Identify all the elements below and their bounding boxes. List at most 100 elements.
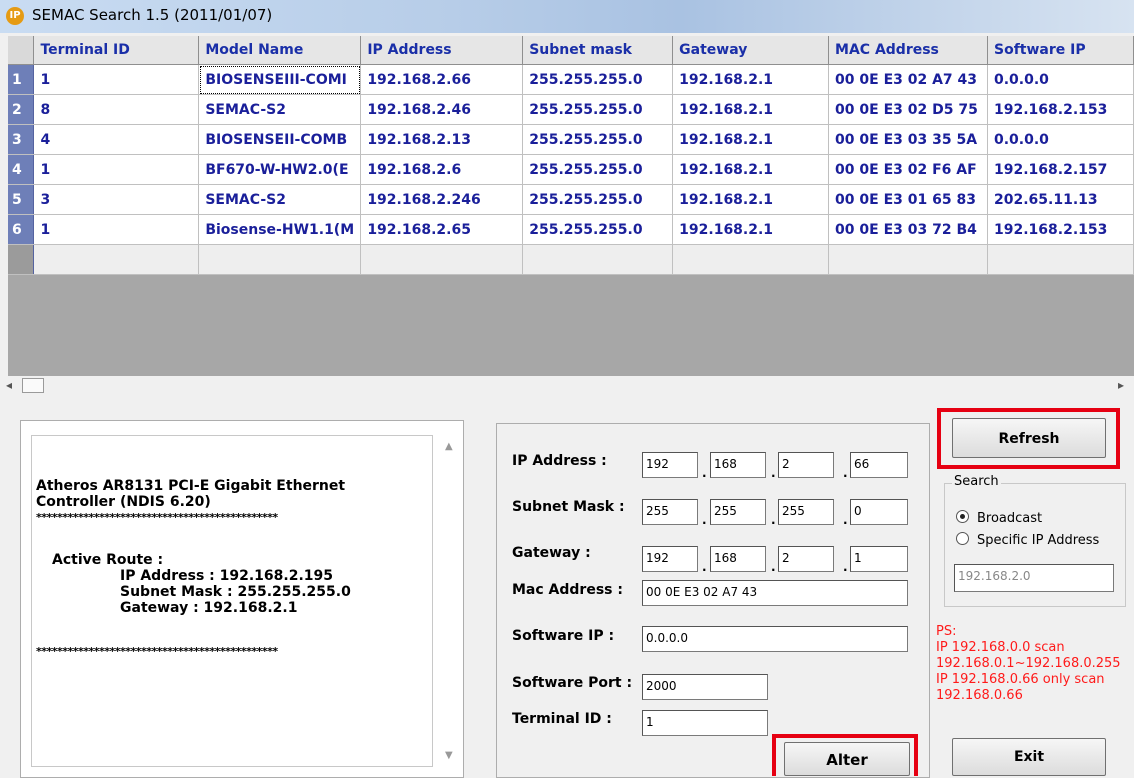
cell-subnet-mask[interactable]: 255.255.255.0 [522, 214, 674, 245]
cell-software-ip[interactable]: 192.168.2.157 [987, 154, 1134, 185]
row-number[interactable]: 3 [8, 124, 35, 155]
table-row[interactable]: 5 3 SEMAC-S2 192.168.2.246 255.255.255.0… [8, 184, 1134, 215]
row-number[interactable]: 5 [8, 184, 35, 215]
cell-terminal-id[interactable]: 3 [33, 184, 200, 215]
ip-octet-2-input[interactable]: 168 [710, 452, 766, 478]
cell-gateway[interactable]: 192.168.2.1 [672, 94, 830, 125]
cell-gateway[interactable]: 192.168.2.1 [672, 214, 830, 245]
cell-model-name[interactable]: Biosense-HW1.1(M [198, 214, 362, 245]
cell-mac-address[interactable]: 00 0E E3 03 35 5A [828, 124, 988, 155]
cell-mac-address[interactable]: 00 0E E3 02 D5 75 [828, 94, 988, 125]
gateway-octet-3-input[interactable]: 2 [778, 546, 834, 572]
table-row[interactable]: 2 8 SEMAC-S2 192.168.2.46 255.255.255.0 … [8, 94, 1134, 125]
empty-cell[interactable] [522, 244, 674, 275]
mask-octet-4-input[interactable]: 0 [850, 499, 908, 525]
table-row[interactable]: 3 4 BIOSENSEII-COMB 192.168.2.13 255.255… [8, 124, 1134, 155]
cell-subnet-mask[interactable]: 255.255.255.0 [522, 124, 674, 155]
cell-software-ip[interactable]: 192.168.2.153 [987, 94, 1134, 125]
ip-octet-3-input[interactable]: 2 [778, 452, 834, 478]
col-model-name[interactable]: Model Name [198, 36, 362, 65]
col-mac-address[interactable]: MAC Address [828, 36, 988, 65]
scroll-up-icon[interactable]: ▲ [445, 441, 453, 452]
scroll-down-icon[interactable]: ▼ [445, 750, 453, 761]
cell-mac-address[interactable]: 00 0E E3 03 72 B4 [828, 214, 988, 245]
cell-subnet-mask[interactable]: 255.255.255.0 [522, 154, 674, 185]
cell-gateway[interactable]: 192.168.2.1 [672, 184, 830, 215]
gateway-octet-1-input[interactable]: 192 [642, 546, 698, 572]
vertical-scrollbar[interactable]: ▲ ▼ [441, 435, 459, 765]
mask-octet-3-input[interactable]: 255 [778, 499, 834, 525]
ip-octet-4-input[interactable]: 66 [850, 452, 908, 478]
cell-ip-address[interactable]: 192.168.2.246 [360, 184, 524, 215]
ip-octet-1-input[interactable]: 192 [642, 452, 698, 478]
row-number[interactable] [8, 244, 35, 275]
cell-model-name[interactable]: SEMAC-S2 [198, 184, 362, 215]
device-grid[interactable]: Terminal ID Model Name IP Address Subnet… [8, 36, 1134, 376]
cell-terminal-id[interactable]: 8 [33, 94, 200, 125]
gateway-octet-4-input[interactable]: 1 [850, 546, 908, 572]
cell-terminal-id[interactable]: 4 [33, 124, 200, 155]
cell-terminal-id[interactable]: 1 [33, 214, 200, 245]
cell-terminal-id[interactable]: 1 [33, 154, 200, 185]
cell-software-ip[interactable]: 202.65.11.13 [987, 184, 1134, 215]
cell-subnet-mask[interactable]: 255.255.255.0 [522, 184, 674, 215]
table-row[interactable]: 6 1 Biosense-HW1.1(M 192.168.2.65 255.25… [8, 214, 1134, 245]
row-number[interactable]: 2 [8, 94, 35, 125]
empty-cell[interactable] [33, 244, 200, 275]
col-software-ip[interactable]: Software IP [987, 36, 1134, 65]
row-number[interactable]: 1 [8, 64, 35, 95]
empty-cell[interactable] [987, 244, 1134, 275]
col-subnet-mask[interactable]: Subnet mask [522, 36, 674, 65]
exit-button[interactable]: Exit [952, 738, 1106, 776]
cell-model-name[interactable]: SEMAC-S2 [198, 94, 362, 125]
software-port-input[interactable]: 2000 [642, 674, 768, 700]
adapter-info-textarea[interactable]: Atheros AR8131 PCI-E Gigabit Ethernet Co… [31, 435, 433, 767]
empty-cell[interactable] [672, 244, 830, 275]
terminal-id-input[interactable]: 1 [642, 710, 768, 736]
cell-gateway[interactable]: 192.168.2.1 [672, 64, 830, 95]
cell-model-name[interactable]: BIOSENSEII-COMB [198, 124, 362, 155]
row-number[interactable]: 6 [8, 214, 35, 245]
mask-octet-2-input[interactable]: 255 [710, 499, 766, 525]
table-row[interactable]: 1 1 BIOSENSEIII-COMI 192.168.2.66 255.25… [8, 64, 1134, 95]
new-row[interactable] [8, 244, 1134, 275]
col-terminal-id[interactable]: Terminal ID [33, 36, 200, 65]
specific-ip-radio[interactable]: Specific IP Address [956, 532, 1099, 548]
horizontal-scrollbar[interactable]: ◂ ▸ [0, 376, 1134, 394]
cell-ip-address[interactable]: 192.168.2.65 [360, 214, 524, 245]
cell-software-ip[interactable]: 0.0.0.0 [987, 64, 1134, 95]
mask-octet-1-input[interactable]: 255 [642, 499, 698, 525]
cell-software-ip[interactable]: 192.168.2.153 [987, 214, 1134, 245]
cell-software-ip[interactable]: 0.0.0.0 [987, 124, 1134, 155]
cell-gateway[interactable]: 192.168.2.1 [672, 154, 830, 185]
software-ip-input[interactable]: 0.0.0.0 [642, 626, 908, 652]
scroll-thumb[interactable] [22, 378, 44, 393]
col-ip-address[interactable]: IP Address [360, 36, 524, 65]
cell-ip-address[interactable]: 192.168.2.13 [360, 124, 524, 155]
radio-selected-icon[interactable] [956, 510, 969, 523]
cell-ip-address[interactable]: 192.168.2.6 [360, 154, 524, 185]
cell-subnet-mask[interactable]: 255.255.255.0 [522, 94, 674, 125]
empty-cell[interactable] [198, 244, 362, 275]
specific-ip-input[interactable]: 192.168.2.0 [954, 564, 1114, 592]
table-row[interactable]: 4 1 BF670-W-HW2.0(E 192.168.2.6 255.255.… [8, 154, 1134, 185]
cell-mac-address[interactable]: 00 0E E3 02 F6 AF [828, 154, 988, 185]
col-gateway[interactable]: Gateway [672, 36, 830, 65]
radio-unselected-icon[interactable] [956, 532, 969, 545]
cell-mac-address[interactable]: 00 0E E3 01 65 83 [828, 184, 988, 215]
cell-terminal-id[interactable]: 1 [33, 64, 200, 95]
scroll-left-icon[interactable]: ◂ [6, 378, 12, 392]
cell-mac-address[interactable]: 00 0E E3 02 A7 43 [828, 64, 988, 95]
cell-ip-address[interactable]: 192.168.2.46 [360, 94, 524, 125]
cell-subnet-mask[interactable]: 255.255.255.0 [522, 64, 674, 95]
empty-cell[interactable] [828, 244, 988, 275]
broadcast-radio[interactable]: Broadcast [956, 510, 1042, 526]
scroll-right-icon[interactable]: ▸ [1118, 378, 1124, 392]
mac-address-input[interactable]: 00 0E E3 02 A7 43 [642, 580, 908, 606]
row-number[interactable]: 4 [8, 154, 35, 185]
cell-model-name[interactable]: BIOSENSEIII-COMI [198, 64, 362, 95]
cell-ip-address[interactable]: 192.168.2.66 [360, 64, 524, 95]
gateway-octet-2-input[interactable]: 168 [710, 546, 766, 572]
cell-gateway[interactable]: 192.168.2.1 [672, 124, 830, 155]
cell-model-name[interactable]: BF670-W-HW2.0(E [198, 154, 362, 185]
